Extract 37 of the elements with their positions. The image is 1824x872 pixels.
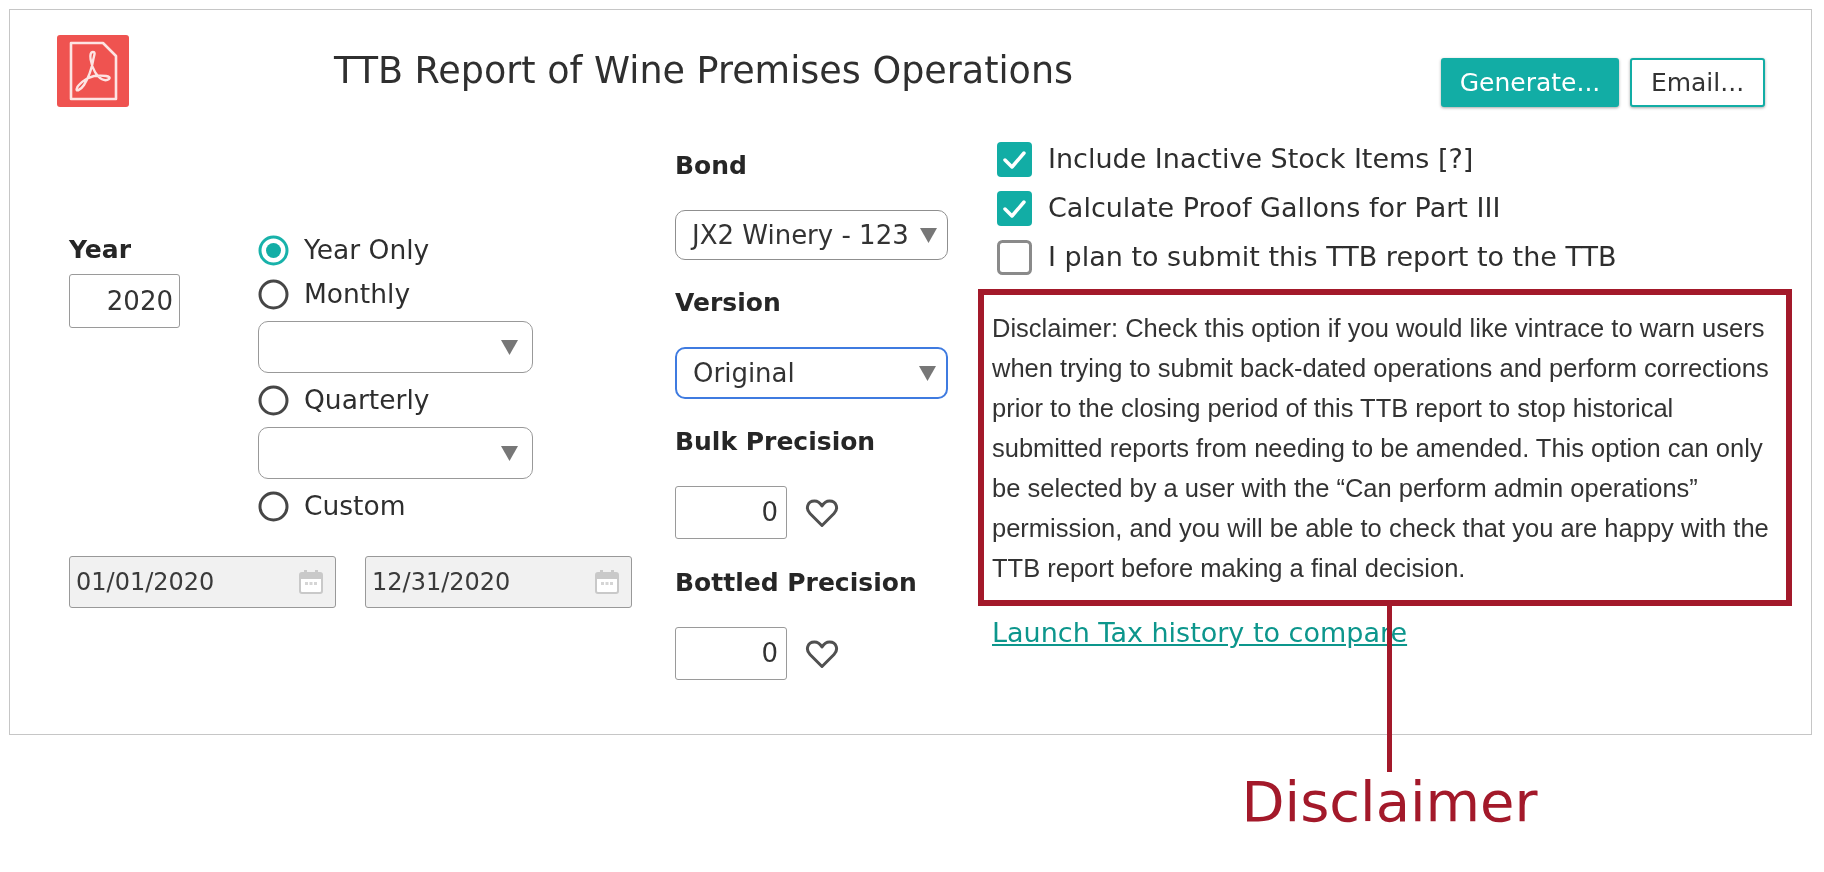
precision-label: Bottled Precision [675, 569, 918, 597]
year-label: Year [69, 234, 132, 266]
checkbox-label[interactable]: I plan to submit this TTB report to the TTB [1048, 237, 1617, 278]
checkbox[interactable] [997, 191, 1032, 226]
radio-button[interactable] [258, 234, 289, 266]
number-field[interactable]: 0 [675, 627, 787, 680]
year-field[interactable]: 2020 [69, 274, 180, 328]
caret-icon[interactable] [919, 365, 936, 381]
select-field[interactable]: Original [675, 347, 948, 399]
radio-button[interactable] [258, 278, 289, 310]
callout-label: Disclaimer [1241, 774, 1538, 830]
checkbox[interactable] [997, 142, 1032, 177]
checkbox-label[interactable]: Calculate Proof Gallons for Part III [1048, 188, 1501, 229]
checkbox[interactable] [997, 240, 1032, 275]
radio-label[interactable]: Custom [304, 486, 406, 526]
period-dropdown[interactable] [258, 427, 533, 479]
radio-button[interactable] [258, 384, 289, 416]
email-button[interactable]: Email... [1630, 58, 1765, 107]
caret-icon[interactable] [501, 445, 518, 461]
caret-icon[interactable] [501, 339, 518, 355]
checkbox-label[interactable]: Include Inactive Stock Items [?] [1048, 139, 1474, 180]
period-dropdown[interactable] [258, 321, 533, 373]
select-field[interactable]: JX2 Winery - 123 [675, 210, 948, 260]
radio-label[interactable]: Monthly [304, 274, 411, 314]
heart-icon[interactable] [805, 638, 839, 669]
version-label: Version [675, 289, 782, 317]
disclaimer-text: Disclaimer: Check this option if you would like vintrace to warn users when trying to submit back-dated operations and perform corrections prior to the closing period of this TTB report to stop historical submitted reports from needing to be amended. This option can only be selected by a user with the “Can perform admin operations” permission, and you will be able to check that you are happy with the TTB report before making a final decision. [992, 313, 1770, 584]
bond-label: Bond [675, 152, 748, 180]
number-field[interactable]: 0 [675, 486, 787, 539]
radio-button[interactable] [258, 490, 289, 522]
pdf-icon [57, 34, 129, 107]
caret-icon[interactable] [920, 227, 937, 243]
radio-label[interactable]: Quarterly [304, 380, 430, 420]
report-title: TTB Report of Wine Premises Operations [334, 48, 1074, 93]
radio-label[interactable]: Year Only [304, 230, 430, 270]
heart-icon[interactable] [805, 497, 839, 528]
precision-label: Bulk Precision [675, 428, 877, 456]
